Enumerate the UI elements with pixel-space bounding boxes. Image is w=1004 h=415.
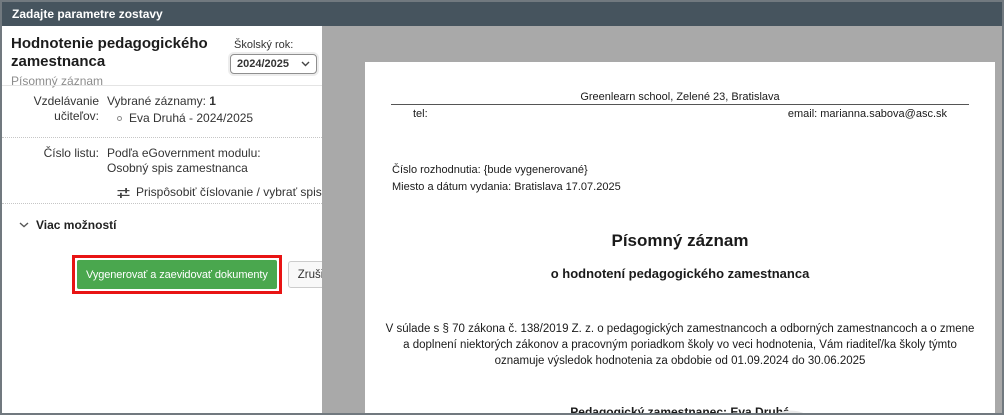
- document-preview-area: Greenlearn school, Zelené 23, Bratislava…: [322, 26, 1002, 413]
- document-contacts: tel: email: marianna.sabova@asc.sk: [391, 108, 969, 120]
- selected-records-line: Vybrané záznamy: 1: [107, 94, 253, 109]
- action-buttons: Vygenerovať a zaevidovať dokumenty Zruši…: [72, 255, 322, 294]
- cancel-button[interactable]: Zrušiť: [288, 261, 322, 288]
- document-title: Písomný záznam: [365, 231, 995, 251]
- school-address-line: Greenlearn school, Zelené 23, Bratislava: [391, 91, 969, 103]
- bullet-icon: [117, 116, 122, 121]
- letter-number-row: Číslo listu: Podľa eGovernment modulu: O…: [2, 146, 322, 200]
- dialog-content: Hodnotenie pedagogického zamestnanca Pís…: [2, 26, 1002, 413]
- employee-line: Pedagogický zamestnanec: Eva Druhá: [365, 405, 995, 413]
- school-year-select[interactable]: 2024/2025: [230, 54, 317, 74]
- training-value: Vybrané záznamy: 1 Eva Druhá - 2024/2025: [107, 94, 253, 126]
- dialog-title: Zadajte parametre zostavy: [12, 7, 163, 21]
- training-row: Vzdelávanie učiteľov: Vybrané záznamy: 1…: [2, 94, 322, 126]
- more-options-label: Viac možností: [36, 218, 116, 232]
- generate-documents-button[interactable]: Vygenerovať a zaevidovať dokumenty: [77, 260, 277, 289]
- training-label: Vzdelávanie učiteľov:: [2, 94, 99, 126]
- document-header: Greenlearn school, Zelené 23, Bratislava: [391, 91, 969, 105]
- decision-number-line: Číslo rozhodnutia: {bude vygenerované}: [392, 164, 969, 176]
- separator: [2, 137, 322, 138]
- report-header: Hodnotenie pedagogického zamestnanca Pís…: [11, 35, 227, 88]
- letter-number-value: Podľa eGovernment modulu: Osobný spis za…: [107, 146, 322, 200]
- document-body-paragraph: V súlade s § 70 zákona č. 138/2019 Z. z.…: [384, 321, 976, 369]
- chevron-down-icon: [19, 222, 29, 228]
- school-year-value: 2024/2025: [237, 58, 289, 70]
- customize-numbering-link[interactable]: Prispôsobiť číslovanie / vybrať spis: [117, 185, 322, 200]
- parameters-panel: Hodnotenie pedagogického zamestnanca Pís…: [2, 26, 322, 413]
- separator: [2, 203, 322, 204]
- document-page: Greenlearn school, Zelené 23, Bratislava…: [365, 62, 995, 413]
- email-label: email: marianna.sabova@asc.sk: [788, 108, 947, 120]
- more-options-toggle[interactable]: Viac možností: [19, 218, 116, 232]
- school-year-group: Školský rok: 2024/2025: [230, 39, 317, 74]
- report-title: Hodnotenie pedagogického zamestnanca: [11, 35, 227, 71]
- tel-label: tel:: [413, 108, 428, 120]
- sliders-icon: [117, 187, 130, 199]
- place-date-line: Miesto a dátum vydania: Bratislava 17.07…: [392, 181, 969, 193]
- school-year-label: Školský rok:: [230, 39, 317, 51]
- separator: [2, 85, 322, 86]
- dialog-titlebar: Zadajte parametre zostavy: [2, 2, 1002, 26]
- report-parameters-dialog: Zadajte parametre zostavy Hodnotenie ped…: [0, 0, 1004, 415]
- selected-record-item: Eva Druhá - 2024/2025: [107, 111, 253, 126]
- document-subtitle: o hodnotení pedagogického zamestnanca: [365, 266, 995, 281]
- chevron-down-icon: [301, 61, 310, 67]
- letter-number-label: Číslo listu:: [2, 146, 99, 200]
- selected-records-count: 1: [209, 94, 216, 108]
- highlight-frame: Vygenerovať a zaevidovať dokumenty: [72, 255, 282, 294]
